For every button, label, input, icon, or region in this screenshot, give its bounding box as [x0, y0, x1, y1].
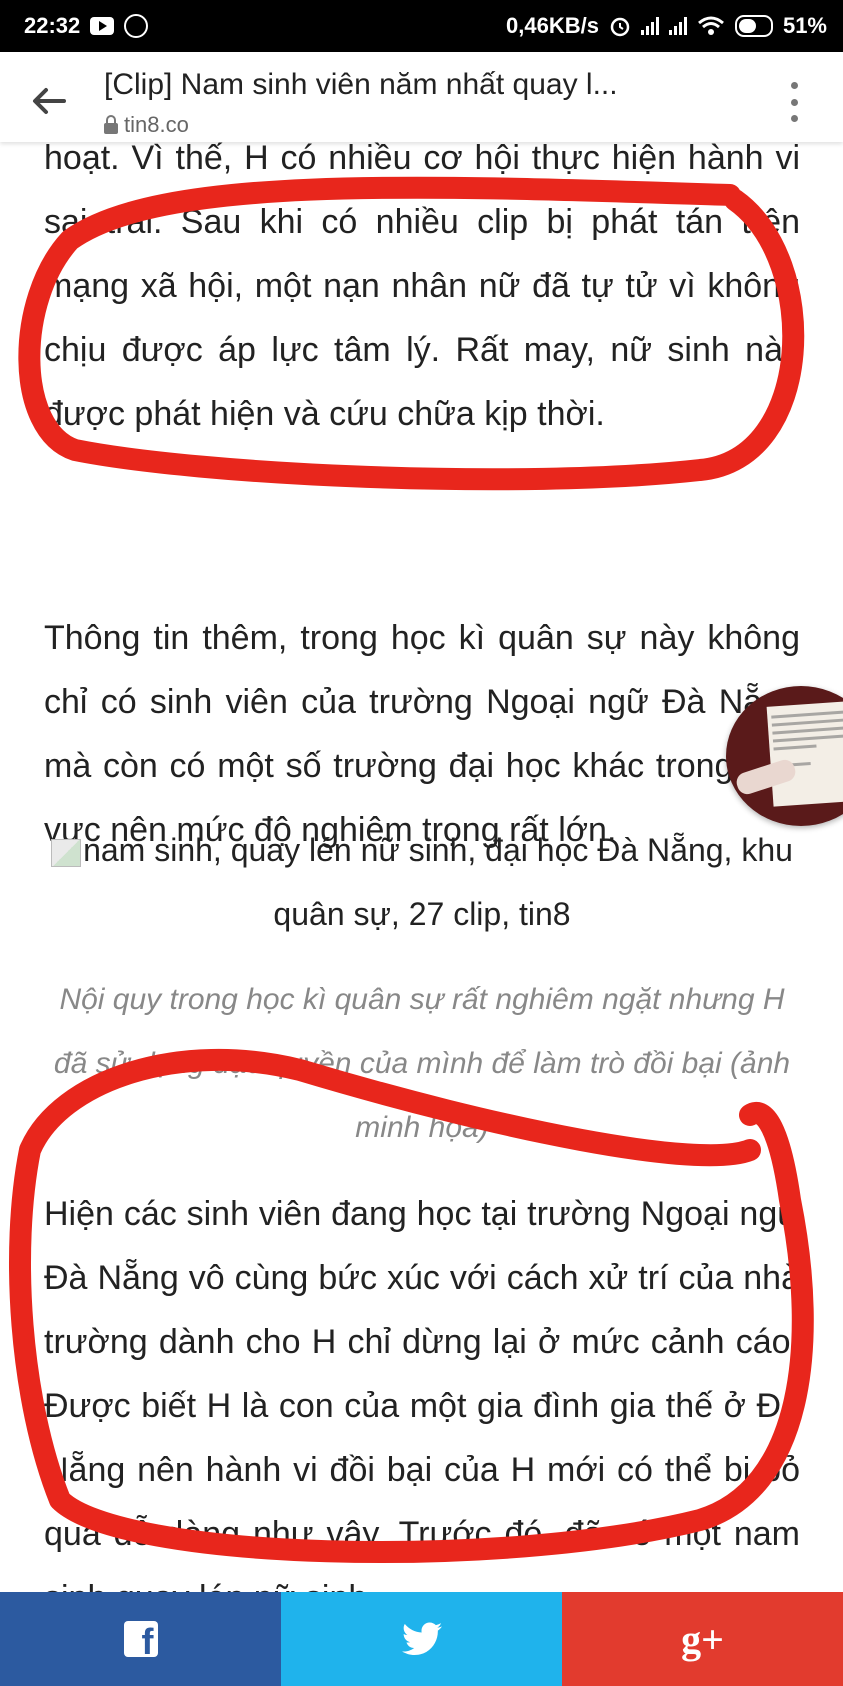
article-body: hoạt. Vì thế, H có nhiều cơ hội thực hiệ… [44, 142, 800, 1592]
battery-icon [734, 15, 773, 37]
article-paragraph-1: hoạt. Vì thế, H có nhiều cơ hội thực hiệ… [44, 142, 800, 433]
url-domain[interactable]: tin8.co [104, 112, 189, 138]
alarm-icon [610, 17, 630, 37]
domain-text: tin8.co [124, 112, 189, 137]
clock: 22:32 [24, 13, 81, 38]
facebook-icon [123, 1621, 158, 1663]
play-icon [90, 17, 115, 35]
more-vert-icon[interactable] [791, 82, 801, 122]
status-bar: 22:32 0,46KB/s 51% [0, 0, 843, 52]
quote-card [766, 701, 843, 807]
twitter-icon [401, 1622, 442, 1655]
broken-image-icon [51, 838, 82, 867]
signal-icon-2 [668, 17, 687, 35]
facebook-share-button[interactable] [0, 1592, 281, 1686]
back-arrow-icon[interactable] [24, 76, 74, 126]
signal-icon [640, 17, 659, 35]
twitter-share-button[interactable] [281, 1592, 562, 1686]
broken-image: nam sinh, quay lén nữ sinh, đại học Đà N… [44, 818, 800, 946]
share-bar: g+ [0, 1592, 843, 1686]
network-speed: 0,46KB/s [506, 13, 599, 38]
article-paragraph-3: Hiện các sinh viên đang học tại trường N… [44, 1195, 800, 1592]
image-alt-text: nam sinh, quay lén nữ sinh, đại học Đà N… [83, 832, 793, 932]
lock-icon [104, 114, 118, 134]
page-title: [Clip] Nam sinh viên năm nhất quay l... [104, 68, 618, 101]
messenger-icon [124, 14, 149, 38]
wifi-icon [697, 16, 724, 35]
battery-level: 51% [782, 13, 827, 38]
browser-app-bar: [Clip] Nam sinh viên năm nhất quay l... … [0, 52, 843, 142]
google-plus-share-button[interactable]: g+ [562, 1592, 843, 1686]
google-plus-icon: g+ [681, 1616, 724, 1662]
image-caption: Nội quy trong học kì quân sự rất nghiêm … [53, 983, 791, 1144]
